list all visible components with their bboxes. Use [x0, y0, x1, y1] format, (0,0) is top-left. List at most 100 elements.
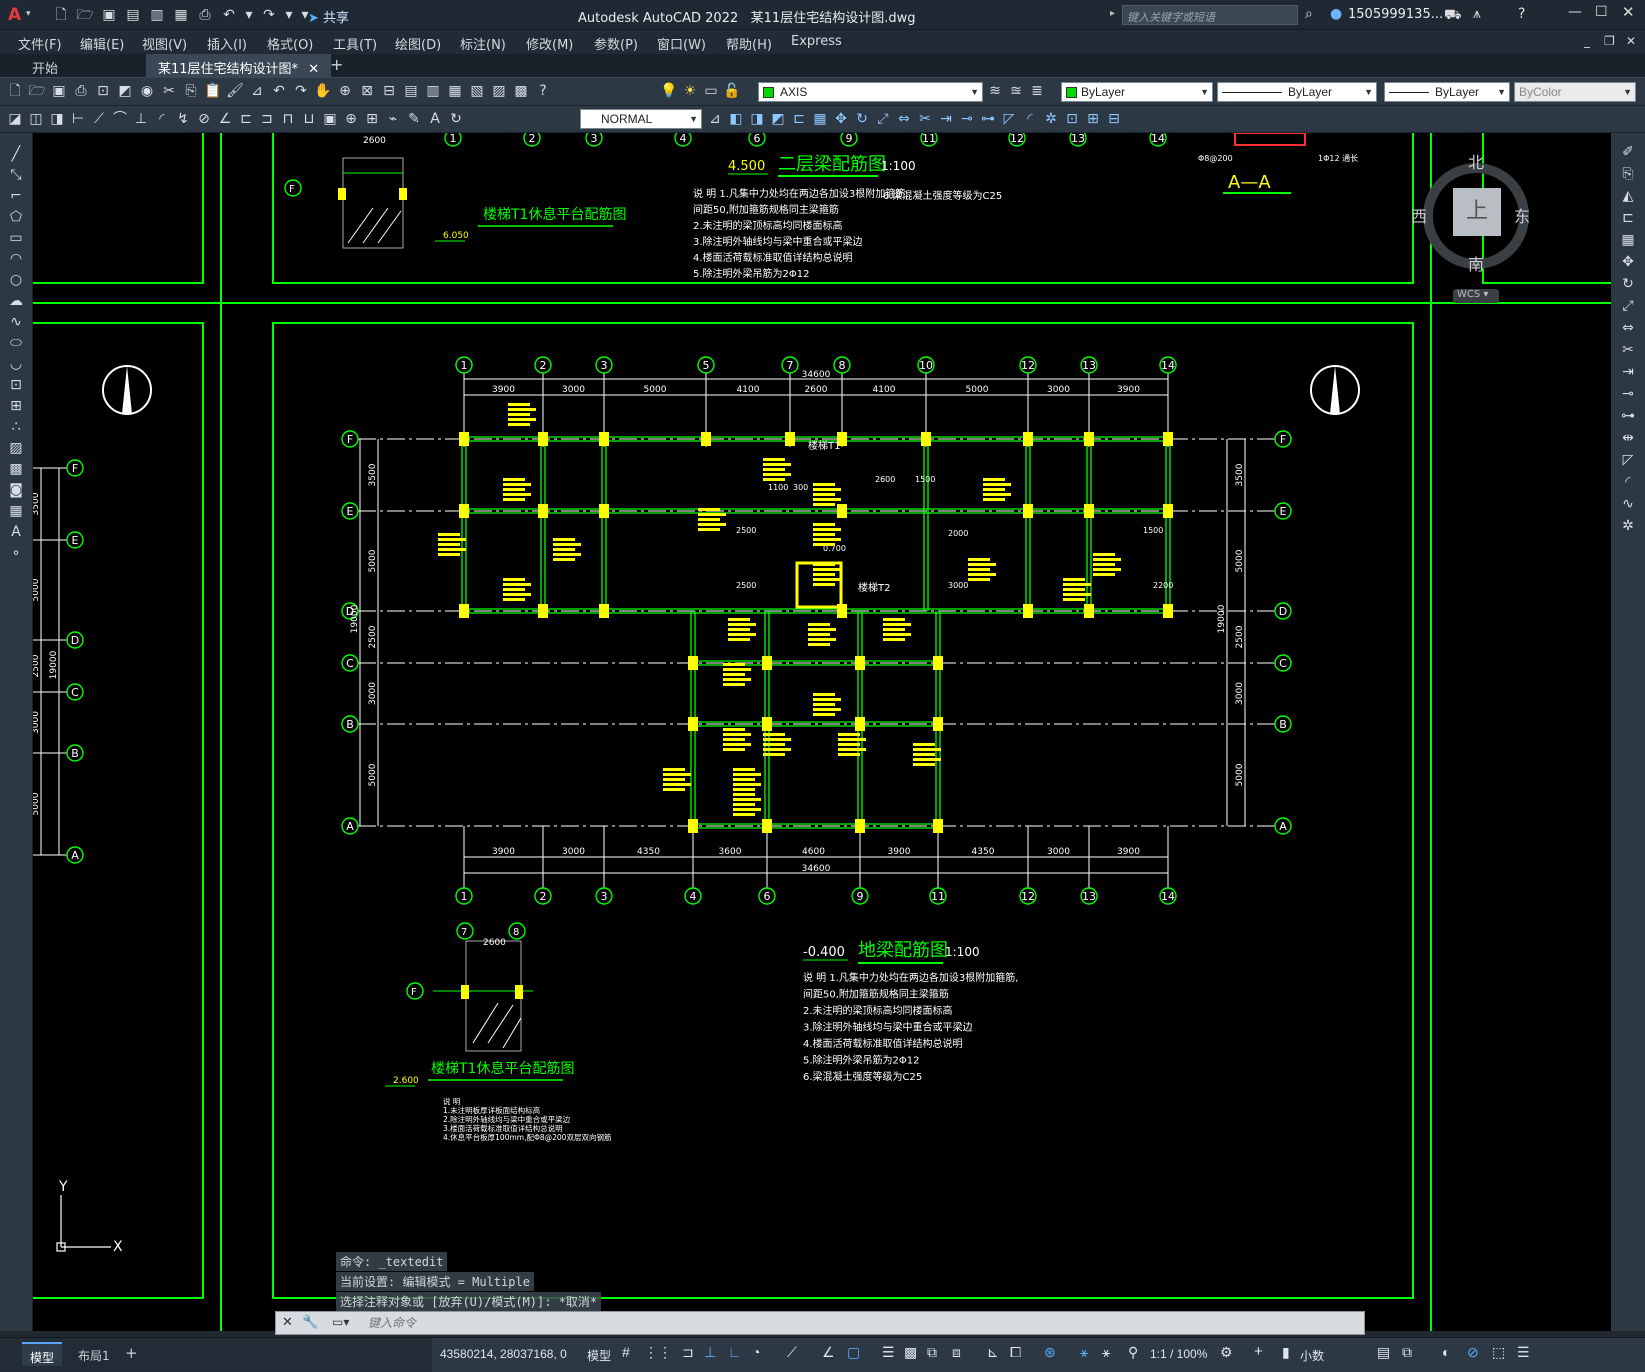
lineweight-icon[interactable]: ☰ [882, 1344, 895, 1361]
chamfer-icon[interactable]: ◸ [1000, 110, 1018, 128]
rotate-icon[interactable]: ↻ [1619, 275, 1637, 293]
insert-block-icon[interactable]: ⊡ [7, 376, 25, 394]
tab-drawing[interactable]: 某11层住宅结构设计图* ✕ [146, 54, 332, 78]
dim-style-icon[interactable]: ⊿ [706, 110, 724, 128]
doc-restore-icon[interactable]: ❐ [1604, 34, 1615, 48]
explode-icon[interactable]: ✲ [1619, 517, 1637, 535]
publish-icon[interactable]: ◩ [116, 82, 134, 100]
circle-icon[interactable]: ○ [7, 271, 25, 289]
dim-space-icon[interactable]: ⊔ [300, 110, 318, 128]
radius-dim-icon[interactable]: ◜ [153, 110, 171, 128]
point-icon[interactable]: ∴ [7, 418, 25, 436]
match-prop-icon[interactable]: 🖌 [226, 82, 244, 100]
add-selected-icon[interactable]: ∘ [7, 544, 25, 562]
move-icon[interactable]: ✥ [1619, 253, 1637, 271]
gradient-icon[interactable]: ▩ [7, 460, 25, 478]
drawing-canvas[interactable]: 1 2 3 4 6 9 11 12 13 14 4.500 二层梁配筋图 1:100 说 明 1.… [22, 122, 1624, 1331]
plotstyle-dropdown[interactable]: ByColor ▼ [1514, 82, 1636, 102]
spline-icon[interactable]: ∿ [7, 313, 25, 331]
viewcube-east[interactable]: 东 [1514, 203, 1530, 227]
break-icon[interactable]: ⊸ [958, 110, 976, 128]
angular-dim-icon[interactable]: ∠ [216, 110, 234, 128]
units-icon[interactable]: ▮ [1282, 1344, 1290, 1361]
doc-close-icon[interactable]: ✕ [1626, 34, 1636, 48]
rotate-icon[interactable]: ↻ [853, 110, 871, 128]
jogged-dim-icon[interactable]: ↯ [174, 110, 192, 128]
help-icon[interactable]: ? [1518, 6, 1525, 22]
linear-dim-icon[interactable]: ⊢ [69, 110, 87, 128]
hardware-accel-icon[interactable]: ⊘ [1467, 1344, 1479, 1361]
attach-icon[interactable]: ⊞ [1084, 110, 1102, 128]
autodesk-app-icon[interactable]: ⩚ [1473, 6, 1481, 22]
chamfer-icon[interactable]: ◸ [1619, 451, 1637, 469]
save-icon[interactable]: ▣ [100, 6, 118, 24]
dynamic-ucs-icon[interactable]: ⊾ [987, 1344, 999, 1361]
customize-icon[interactable]: 🔧 [302, 1315, 318, 1330]
search-icon[interactable]: ⌕ [1305, 6, 1313, 22]
linetype-dropdown[interactable]: ByLayer ▼ [1217, 82, 1377, 102]
markup-icon[interactable]: ▨ [490, 82, 508, 100]
tab-start[interactable]: 开始 [20, 54, 70, 78]
selection-cycling-icon[interactable]: ⧉ [927, 1344, 937, 1361]
command-input[interactable] [368, 1314, 1348, 1332]
offset-icon[interactable]: ⊏ [790, 110, 808, 128]
layer-vp-freeze-icon[interactable]: ▭ [702, 82, 720, 100]
sheet-set-icon[interactable]: ▧ [468, 82, 486, 100]
arc-icon[interactable]: ◠ [7, 250, 25, 268]
insert-block-icon[interactable]: ⊡ [1063, 110, 1081, 128]
selection-filter-icon[interactable]: ⧠ [1010, 1344, 1021, 1361]
move-icon[interactable]: ✥ [832, 110, 850, 128]
calculator-icon[interactable]: ▩ [512, 82, 530, 100]
redo-dropdown-icon[interactable]: ▾ [284, 6, 294, 24]
tolerance-icon[interactable]: ▣ [321, 110, 339, 128]
tab-model[interactable]: 模型 [22, 1342, 63, 1366]
osnap-icon[interactable]: ▢ [847, 1344, 860, 1361]
color-dropdown[interactable]: ByLayer ▼ [1061, 82, 1213, 102]
make-current-icon[interactable]: ≋ [986, 82, 1004, 100]
dim-update-icon[interactable]: ↻ [447, 110, 465, 128]
trim-icon[interactable]: ✂ [916, 110, 934, 128]
workspace-gear-icon[interactable]: ⚙ [1220, 1344, 1233, 1361]
minimize-icon[interactable]: — [1568, 4, 1582, 20]
fillet-icon[interactable]: ◜ [1619, 473, 1637, 491]
app-menu-arrow-icon[interactable]: ▾ [26, 9, 31, 19]
copy-icon[interactable]: ⎘ [182, 82, 200, 100]
add-layout-icon[interactable]: + [125, 1344, 138, 1362]
infer-constraints-icon[interactable]: ⊐ [682, 1344, 694, 1361]
menu-draw[interactable]: 绘图(D) [395, 34, 441, 53]
model-space-button[interactable]: 模型 [587, 1347, 611, 1364]
save-as-icon[interactable]: ▤ [124, 6, 142, 24]
break-point-icon[interactable]: ⊸ [1619, 385, 1637, 403]
join-icon[interactable]: ⇹ [1619, 429, 1637, 447]
make-block-icon[interactable]: ⊞ [7, 397, 25, 415]
snap-icon[interactable]: ⋮⋮ [644, 1344, 672, 1361]
fillet-icon[interactable]: ◜ [1021, 110, 1039, 128]
arc-length-icon[interactable]: ⌒ [111, 110, 129, 128]
autocad-logo-icon[interactable]: A [8, 5, 24, 25]
join-icon[interactable]: ⊶ [979, 110, 997, 128]
cart-icon[interactable]: ⛟ [1444, 7, 1462, 25]
iso-draft-icon[interactable]: ∠ [822, 1344, 835, 1361]
customize-statusbar-icon[interactable]: ☰ [1517, 1344, 1530, 1361]
viewcube-west[interactable]: 西 [1411, 203, 1427, 227]
baseline-dim-icon[interactable]: ⊐ [258, 110, 276, 128]
construction-line-icon[interactable]: ⤡ [7, 166, 25, 184]
lineweight-dropdown[interactable]: ByLayer ▼ [1384, 82, 1510, 102]
preview-icon[interactable]: ⊡ [94, 82, 112, 100]
undo-dropdown-icon[interactable]: ▾ [244, 6, 254, 24]
save-web-icon[interactable]: ▦ [172, 6, 190, 24]
tab-layout1[interactable]: 布局1 [70, 1342, 118, 1366]
save-icon[interactable]: ▣ [50, 82, 68, 100]
viewcube-north[interactable]: 北 [1468, 149, 1484, 173]
ortho-icon[interactable]: ∟ [728, 1344, 742, 1360]
line-icon[interactable]: ╱ [7, 145, 25, 163]
jogged-linear-icon[interactable]: ⌁ [384, 110, 402, 128]
block-editor-icon[interactable]: ⊿ [248, 82, 266, 100]
layer-dropdown[interactable]: AXIS ▼ [758, 82, 983, 102]
zoom-previous-icon[interactable]: ⊟ [380, 82, 398, 100]
viewcube-south[interactable]: 南 [1468, 251, 1484, 275]
extend-icon[interactable]: ⇥ [1619, 363, 1637, 381]
annotation-visibility-icon[interactable]: ⚹ [1080, 1344, 1088, 1361]
array-icon[interactable]: ▦ [811, 110, 829, 128]
extend-icon[interactable]: ⇥ [937, 110, 955, 128]
